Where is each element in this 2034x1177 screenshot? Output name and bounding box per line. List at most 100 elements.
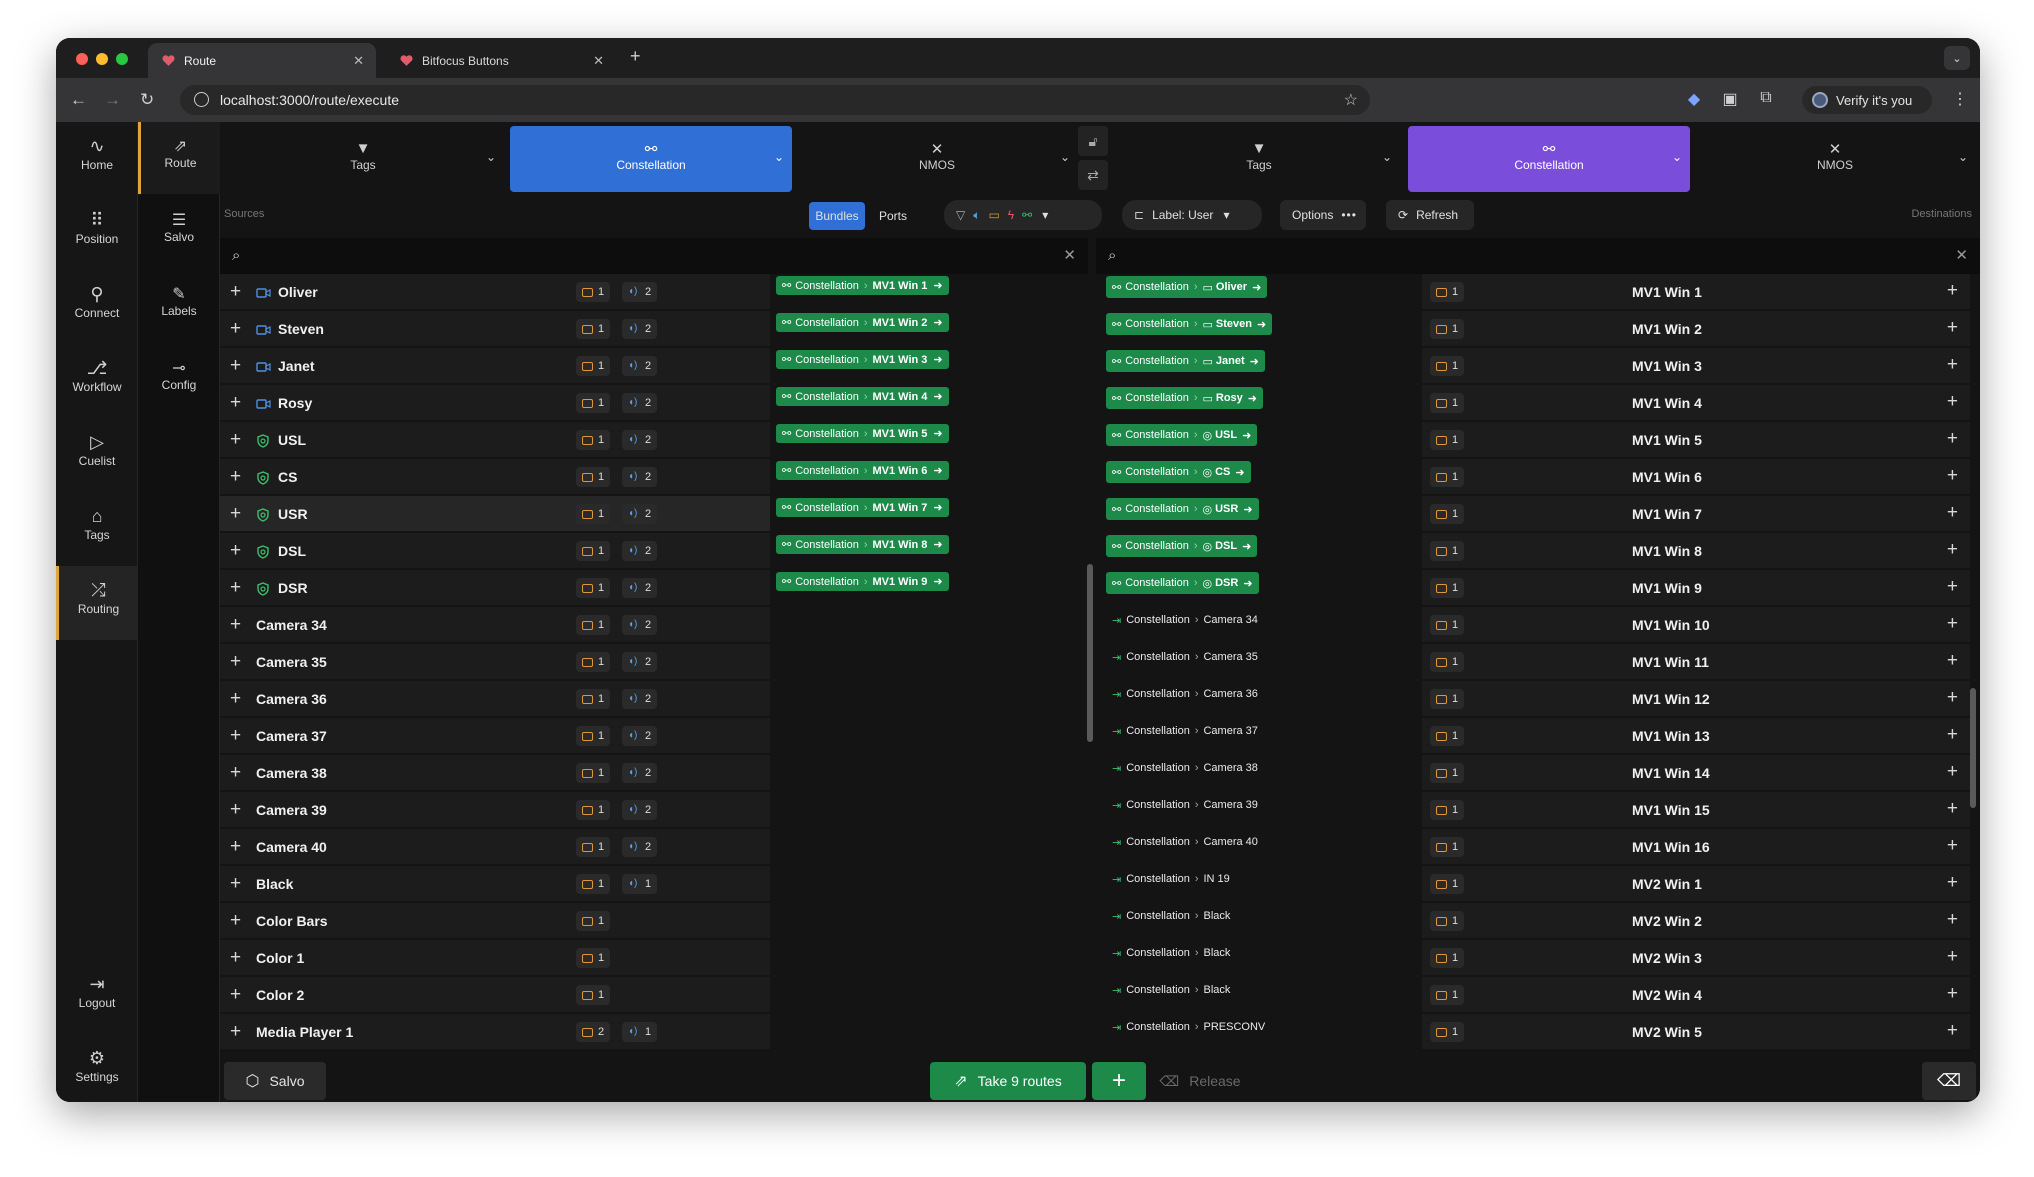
add-plus-icon[interactable]: + bbox=[1947, 576, 1958, 598]
clear-search-icon[interactable]: ✕ bbox=[1955, 246, 1968, 264]
nav-item-connect[interactable]: ⚲ Connect bbox=[56, 270, 138, 344]
expand-plus-icon[interactable]: + bbox=[230, 503, 241, 525]
add-plus-icon[interactable]: + bbox=[1947, 502, 1958, 524]
source-cell[interactable]: + Camera 39 1 ◖) 2 bbox=[220, 792, 770, 828]
nav-item-position[interactable]: ⠿ Position bbox=[56, 196, 138, 270]
destination-cell[interactable]: 1 MV1 Win 5 + bbox=[1422, 422, 1970, 458]
source-cell[interactable]: + Oliver 1 ◖) 2 bbox=[220, 274, 770, 310]
add-plus-icon[interactable]: + bbox=[1947, 761, 1958, 783]
destination-cell[interactable]: 1 MV2 Win 2 + bbox=[1422, 903, 1970, 939]
close-window-button[interactable] bbox=[76, 53, 88, 65]
source-cell[interactable]: + Rosy 1 ◖) 2 bbox=[220, 385, 770, 421]
pending-route-chip[interactable]: ⚯ Constellation › MV1 Win 4 ➜ bbox=[776, 387, 949, 406]
take-routes-button[interactable]: ⇗ Take 9 routes bbox=[930, 1062, 1086, 1100]
expand-plus-icon[interactable]: + bbox=[230, 318, 241, 340]
signal-type-filter[interactable]: ▽ 🔈︎ ▭ ϟ ⚯ ▾ bbox=[944, 200, 1102, 230]
current-route-chip[interactable]: ⚯ Constellation › ◎ USR ➜ bbox=[1106, 498, 1259, 520]
source-search[interactable]: ⌕ ✕ bbox=[220, 238, 1088, 274]
destination-cell[interactable]: 1 MV2 Win 3 + bbox=[1422, 940, 1970, 976]
source-cell[interactable]: + Camera 35 1 ◖) 2 bbox=[220, 644, 770, 680]
clear-search-icon[interactable]: ✕ bbox=[1063, 246, 1076, 264]
destination-cell[interactable]: 1 MV1 Win 9 + bbox=[1422, 570, 1970, 606]
expand-plus-icon[interactable]: + bbox=[230, 1021, 241, 1043]
destination-cell[interactable]: 1 MV1 Win 2 + bbox=[1422, 311, 1970, 347]
expand-plus-icon[interactable]: + bbox=[230, 355, 241, 377]
tab-search-chevron-icon[interactable]: ⌄ bbox=[1944, 46, 1970, 70]
tab-bitfocus-buttons[interactable]: Bitfocus Buttons ✕ bbox=[386, 43, 616, 78]
destination-scrollbar[interactable] bbox=[1970, 688, 1976, 808]
current-route-chip[interactable]: ⇥ Constellation › Black bbox=[1106, 979, 1236, 1001]
extensions-puzzle-icon[interactable]: ⧉ bbox=[1756, 89, 1776, 109]
pending-route-chip[interactable]: ⚯ Constellation › MV1 Win 6 ➜ bbox=[776, 461, 949, 480]
current-route-chip[interactable]: ⚯ Constellation › ▭ Janet ➜ bbox=[1106, 350, 1265, 372]
current-route-chip[interactable]: ⇥ Constellation › Black bbox=[1106, 905, 1236, 927]
pending-route-chip[interactable]: ⚯ Constellation › MV1 Win 5 ➜ bbox=[776, 424, 949, 443]
destination-cell[interactable]: 1 MV1 Win 7 + bbox=[1422, 496, 1970, 532]
options-button[interactable]: Options ••• bbox=[1280, 200, 1366, 230]
add-plus-icon[interactable]: + bbox=[1947, 539, 1958, 561]
add-button[interactable]: + bbox=[1092, 1062, 1146, 1100]
nav-item-tags[interactable]: ⌂ Tags bbox=[56, 492, 138, 566]
nav-item-settings[interactable]: ⚙ Settings bbox=[56, 1034, 138, 1102]
expand-plus-icon[interactable]: + bbox=[230, 429, 241, 451]
label-select[interactable]: ⊏ Label: User ▾ bbox=[1122, 200, 1262, 230]
destination-cell[interactable]: 1 MV1 Win 15 + bbox=[1422, 792, 1970, 828]
swap-arrows-icon[interactable]: ⇄ bbox=[1078, 160, 1108, 190]
source-cell[interactable]: + Camera 40 1 ◖) 2 bbox=[220, 829, 770, 865]
new-tab-icon[interactable]: + bbox=[630, 46, 641, 67]
reload-icon[interactable]: ↻ bbox=[140, 90, 154, 110]
add-plus-icon[interactable]: + bbox=[1947, 428, 1958, 450]
add-plus-icon[interactable]: + bbox=[1947, 354, 1958, 376]
pending-route-chip[interactable]: ⚯ Constellation › MV1 Win 2 ➜ bbox=[776, 313, 949, 332]
subnav-item-route[interactable]: ⇗ Route bbox=[138, 122, 220, 194]
close-tab-icon[interactable]: ✕ bbox=[593, 53, 604, 69]
source-cell[interactable]: + Color 2 1 bbox=[220, 977, 770, 1013]
add-plus-icon[interactable]: + bbox=[1947, 317, 1958, 339]
destination-cell[interactable]: 1 MV1 Win 10 + bbox=[1422, 607, 1970, 643]
source-cell[interactable]: + USL 1 ◖) 2 bbox=[220, 422, 770, 458]
add-plus-icon[interactable]: + bbox=[1947, 983, 1958, 1005]
release-button[interactable]: ⌫ Release bbox=[1150, 1062, 1250, 1100]
destination-cell[interactable]: 1 MV1 Win 3 + bbox=[1422, 348, 1970, 384]
tab-route[interactable]: Route ✕ bbox=[148, 43, 376, 78]
current-route-chip[interactable]: ⇥ Constellation › Camera 39 bbox=[1106, 794, 1264, 816]
destination-cell[interactable]: 1 MV1 Win 16 + bbox=[1422, 829, 1970, 865]
add-plus-icon[interactable]: + bbox=[1947, 650, 1958, 672]
source-cell[interactable]: + Janet 1 ◖) 2 bbox=[220, 348, 770, 384]
source-cell[interactable]: + Camera 37 1 ◖) 2 bbox=[220, 718, 770, 754]
expand-plus-icon[interactable]: + bbox=[230, 984, 241, 1006]
expand-plus-icon[interactable]: + bbox=[230, 577, 241, 599]
source-cell[interactable]: + USR 1 ◖) 2 bbox=[220, 496, 770, 532]
pending-route-chip[interactable]: ⚯ Constellation › MV1 Win 9 ➜ bbox=[776, 572, 949, 591]
pending-route-chip[interactable]: ⚯ Constellation › MV1 Win 7 ➜ bbox=[776, 498, 949, 517]
destination-constellation-filter[interactable]: ⚯ Constellation ⌄ bbox=[1408, 126, 1690, 192]
expand-plus-icon[interactable]: + bbox=[230, 725, 241, 747]
source-cell[interactable]: + DSL 1 ◖) 2 bbox=[220, 533, 770, 569]
current-route-chip[interactable]: ⇥ Constellation › Camera 37 bbox=[1106, 720, 1264, 742]
current-route-chip[interactable]: ⚯ Constellation › ▭ Rosy ➜ bbox=[1106, 387, 1264, 409]
ports-toggle[interactable]: Ports bbox=[868, 202, 918, 230]
destination-cell[interactable]: 1 MV2 Win 4 + bbox=[1422, 977, 1970, 1013]
add-plus-icon[interactable]: + bbox=[1947, 835, 1958, 857]
current-route-chip[interactable]: ⇥ Constellation › Camera 34 bbox=[1106, 609, 1264, 631]
expand-plus-icon[interactable]: + bbox=[230, 688, 241, 710]
add-plus-icon[interactable]: + bbox=[1947, 613, 1958, 635]
expand-plus-icon[interactable]: + bbox=[230, 873, 241, 895]
pending-route-chip[interactable]: ⚯ Constellation › MV1 Win 3 ➜ bbox=[776, 350, 949, 369]
forward-arrow-icon[interactable]: → bbox=[104, 90, 121, 110]
expand-plus-icon[interactable]: + bbox=[230, 836, 241, 858]
sidepanel-icon[interactable]: ▣ bbox=[1720, 89, 1740, 109]
destination-cell[interactable]: 1 MV1 Win 4 + bbox=[1422, 385, 1970, 421]
destination-cell[interactable]: 1 MV2 Win 1 + bbox=[1422, 866, 1970, 902]
current-route-chip[interactable]: ⚯ Constellation › ◎ DSL ➜ bbox=[1106, 535, 1258, 557]
back-arrow-icon[interactable]: ← bbox=[70, 90, 87, 110]
bookmark-star-icon[interactable]: ☆ bbox=[1344, 90, 1358, 110]
minimize-window-button[interactable] bbox=[96, 53, 108, 65]
current-route-chip[interactable]: ⇥ Constellation › Camera 35 bbox=[1106, 646, 1264, 668]
refresh-button[interactable]: ⟳ Refresh bbox=[1386, 200, 1474, 230]
url-field[interactable]: localhost:3000/route/execute ☆ bbox=[180, 85, 1370, 115]
bundles-toggle[interactable]: Bundles bbox=[809, 202, 865, 230]
destination-nmos-filter[interactable]: ✕ NMOS ⌄ bbox=[1694, 126, 1976, 192]
destination-cell[interactable]: 1 MV1 Win 12 + bbox=[1422, 681, 1970, 717]
current-route-chip[interactable]: ⇥ Constellation › Camera 36 bbox=[1106, 683, 1264, 705]
